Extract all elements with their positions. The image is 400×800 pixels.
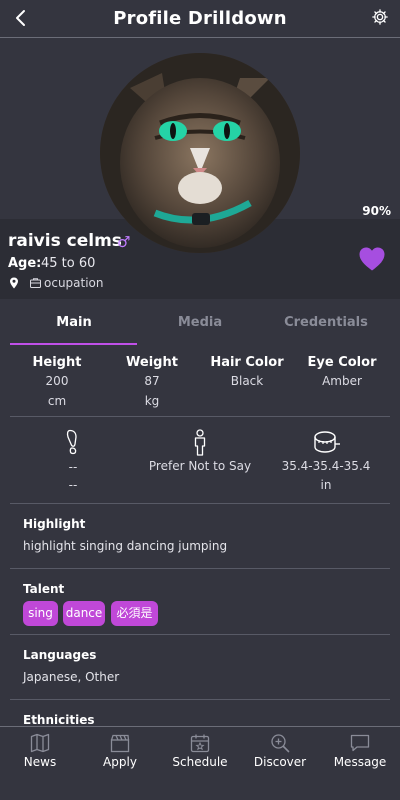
shoe-size-icon	[66, 429, 77, 455]
measuring-tape-icon	[314, 431, 340, 453]
stat-height-value: 200	[45, 374, 69, 388]
divider	[10, 699, 390, 700]
calendar-icon	[190, 734, 210, 753]
nav-news-label: News	[23, 755, 57, 769]
nav-discover[interactable]: Discover	[240, 727, 320, 800]
nav-schedule[interactable]: Schedule	[160, 727, 240, 800]
avatar[interactable]	[100, 53, 300, 253]
stat-hair-color-value: Black	[230, 374, 264, 388]
person-icon	[194, 429, 206, 456]
nav-message[interactable]: Message	[320, 727, 400, 800]
clapperboard-icon	[110, 734, 130, 753]
highlight-text: highlight singing dancing jumping	[23, 539, 228, 553]
divider	[10, 568, 390, 569]
search-zoom-icon	[271, 734, 290, 753]
active-tab-indicator	[10, 343, 137, 345]
tab-credentials[interactable]: Credentials	[262, 315, 390, 330]
tab-media[interactable]: Media	[136, 315, 264, 330]
gear-icon[interactable]	[371, 8, 389, 26]
languages-title: Languages	[23, 648, 97, 662]
chat-icon	[350, 734, 370, 752]
stat-height-unit: cm	[47, 394, 67, 408]
profile-tabs: Main Media Credentials	[0, 305, 400, 345]
profile-completion-percent: 90%	[362, 204, 391, 218]
stat-hair-color-label: Hair Color	[210, 355, 284, 370]
talent-chip-other[interactable]: 必須是	[111, 601, 158, 626]
male-gender-icon: ♂	[117, 233, 131, 251]
cat-photo-image	[100, 53, 300, 253]
map-icon	[30, 733, 50, 753]
page-title: Profile Drilldown	[113, 8, 287, 29]
stat-eye-color-label: Eye Color	[307, 355, 377, 370]
nav-apply[interactable]: Apply	[80, 727, 160, 800]
divider	[10, 503, 390, 504]
shoe-size-value: --	[68, 460, 78, 474]
body-measurements-unit: in	[320, 478, 332, 492]
occupation-text: ocupation	[44, 276, 104, 290]
age-value: 45 to 60	[41, 256, 96, 271]
profile-name: raivis celms	[8, 231, 122, 251]
body-measurements-value: 35.4-35.4-35.4	[281, 459, 371, 473]
briefcase-icon	[30, 278, 41, 288]
nav-discover-label: Discover	[253, 755, 307, 769]
app-header: Profile Drilldown	[0, 0, 400, 38]
talent-chip-dance[interactable]: dance	[63, 601, 105, 626]
languages-text: Japanese, Other	[23, 670, 120, 684]
talent-title: Talent	[23, 582, 65, 596]
age-label: Age:	[8, 256, 42, 271]
nav-apply-label: Apply	[103, 755, 137, 769]
nav-message-label: Message	[333, 755, 387, 769]
location-pin-icon	[10, 277, 18, 289]
divider	[10, 416, 390, 417]
heart-favorite-icon[interactable]	[358, 246, 386, 272]
highlight-title: Highlight	[23, 517, 86, 531]
talent-chip-sing[interactable]: sing	[23, 601, 58, 626]
gender-preference-value: Prefer Not to Say	[148, 459, 252, 473]
stat-eye-color-value: Amber	[322, 374, 362, 388]
bottom-nav: News Apply Schedule Discover Message	[0, 726, 400, 800]
tab-main[interactable]: Main	[10, 315, 138, 330]
shoe-size-secondary: --	[68, 478, 78, 492]
divider	[10, 634, 390, 635]
stat-weight-label: Weight	[126, 355, 178, 370]
nav-news[interactable]: News	[0, 727, 80, 800]
ethnicities-title: Ethnicities	[23, 713, 95, 727]
nav-schedule-label: Schedule	[172, 755, 228, 769]
stat-weight-value: 87	[144, 374, 160, 388]
stat-height-label: Height	[32, 355, 82, 370]
stat-weight-unit: kg	[144, 394, 160, 408]
